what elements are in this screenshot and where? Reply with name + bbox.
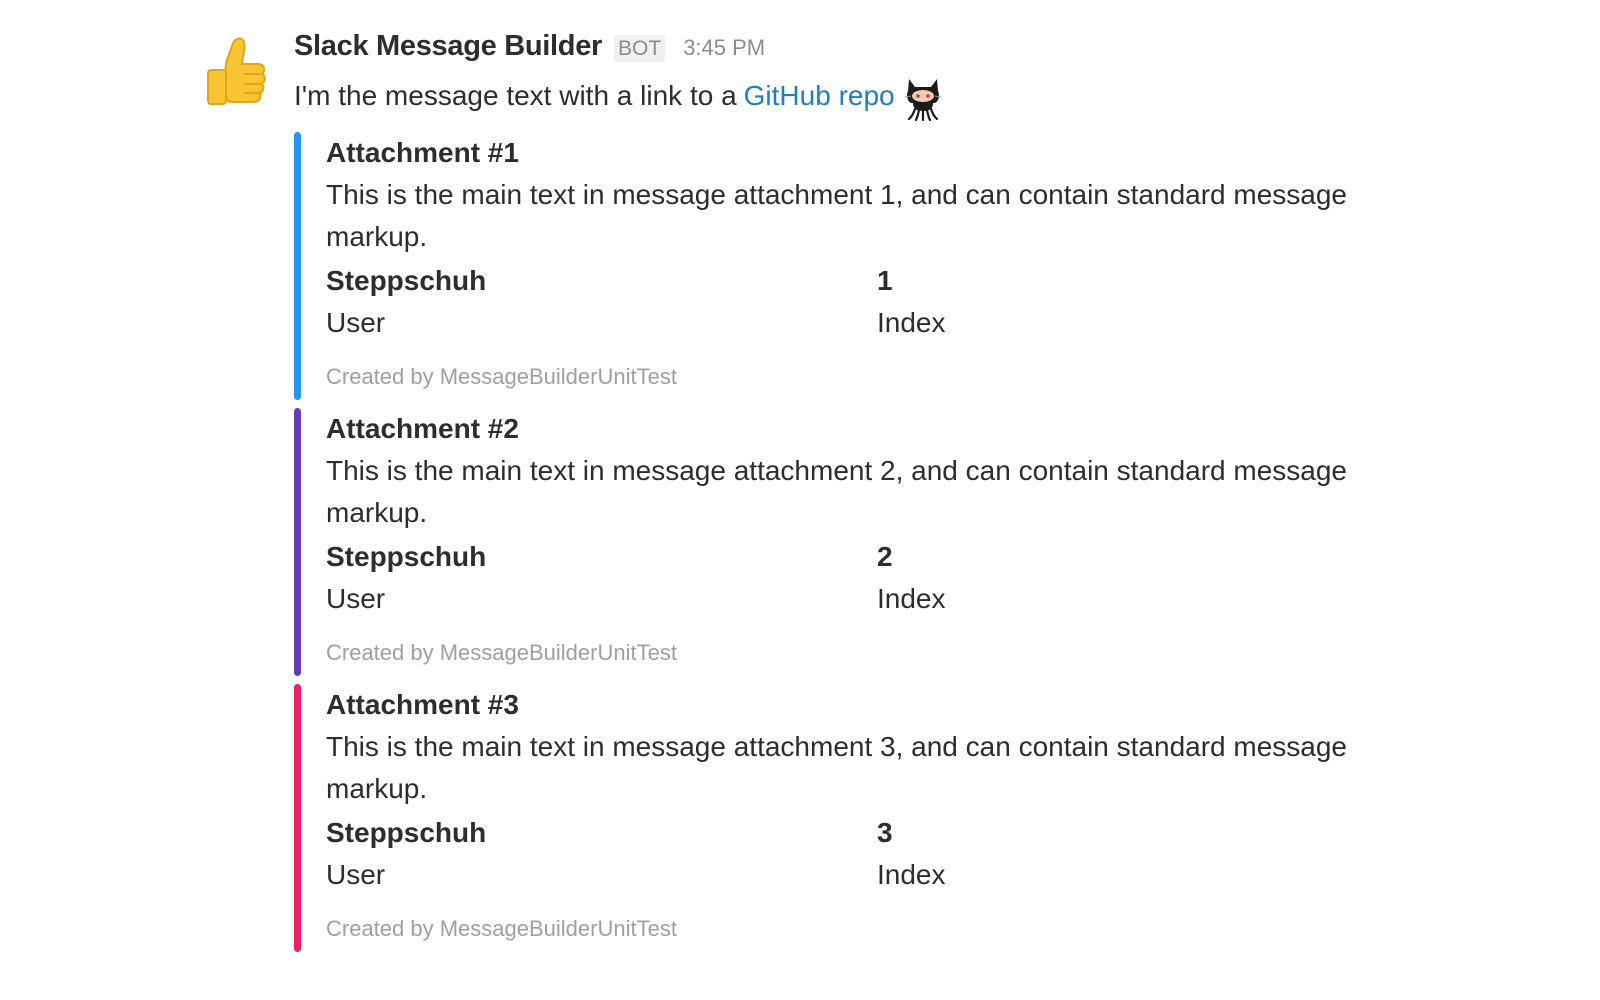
attachment-field-index: 2 Index — [877, 536, 1428, 620]
attachment-field-index: 3 Index — [877, 812, 1428, 896]
attachment-footer: Created by MessageBuilderUnitTest — [326, 364, 677, 389]
attachment-footer: Created by MessageBuilderUnitTest — [326, 916, 677, 941]
attachment-title: Attachment #2 — [326, 413, 519, 444]
sender-name[interactable]: Slack Message Builder — [294, 30, 602, 63]
attachment-color-bar — [294, 132, 301, 400]
message-timestamp[interactable]: 3:45 PM — [683, 35, 765, 61]
attachments-list: Attachment #1 This is the main text in m… — [294, 132, 1554, 952]
slack-message: Slack Message Builder BOT 3:45 PM I'm th… — [0, 0, 1600, 1000]
attachment-2: Attachment #2 This is the main text in m… — [294, 408, 1554, 676]
field-title: 2 — [877, 541, 893, 572]
attachment-title: Attachment #1 — [326, 137, 519, 168]
field-value: Index — [877, 859, 946, 890]
attachment-fields: Steppschuh User 2 Index — [326, 536, 1554, 620]
field-title: Steppschuh — [326, 541, 487, 572]
attachment-3: Attachment #3 This is the main text in m… — [294, 684, 1554, 952]
field-title: Steppschuh — [326, 265, 487, 296]
thumbs-up-icon[interactable] — [204, 32, 270, 108]
attachment-field-user: Steppschuh User — [326, 812, 877, 896]
message-content: Slack Message Builder BOT 3:45 PM I'm th… — [294, 30, 1554, 960]
attachment-field-index: 1 Index — [877, 260, 1428, 344]
attachment-fields: Steppschuh User 1 Index — [326, 260, 1554, 344]
field-value: Index — [877, 583, 946, 614]
message-text-prefix: I'm the message text with a link to a — [294, 80, 737, 111]
attachment-1: Attachment #1 This is the main text in m… — [294, 132, 1554, 400]
octocat-icon — [903, 75, 943, 122]
field-title: 3 — [877, 817, 893, 848]
field-value: User — [326, 583, 386, 614]
attachment-text: This is the main text in message attachm… — [326, 179, 1348, 252]
attachment-field-user: Steppschuh User — [326, 260, 877, 344]
attachment-footer: Created by MessageBuilderUnitTest — [326, 640, 677, 665]
attachment-color-bar — [294, 408, 301, 676]
field-title: 1 — [877, 265, 893, 296]
field-value: Index — [877, 307, 946, 338]
attachment-title: Attachment #3 — [326, 689, 519, 720]
message-header: Slack Message Builder BOT 3:45 PM — [294, 30, 1554, 74]
github-repo-link[interactable]: GitHub repo — [744, 74, 895, 118]
attachment-text: This is the main text in message attachm… — [326, 455, 1348, 528]
bot-badge: BOT — [614, 35, 666, 62]
attachment-fields: Steppschuh User 3 Index — [326, 812, 1554, 896]
attachment-field-user: Steppschuh User — [326, 536, 877, 620]
field-value: User — [326, 859, 386, 890]
field-value: User — [326, 307, 386, 338]
attachment-color-bar — [294, 684, 301, 952]
attachment-text: This is the main text in message attachm… — [326, 731, 1348, 804]
message-text: I'm the message text with a link to a Gi… — [294, 74, 1554, 122]
field-title: Steppschuh — [326, 817, 487, 848]
